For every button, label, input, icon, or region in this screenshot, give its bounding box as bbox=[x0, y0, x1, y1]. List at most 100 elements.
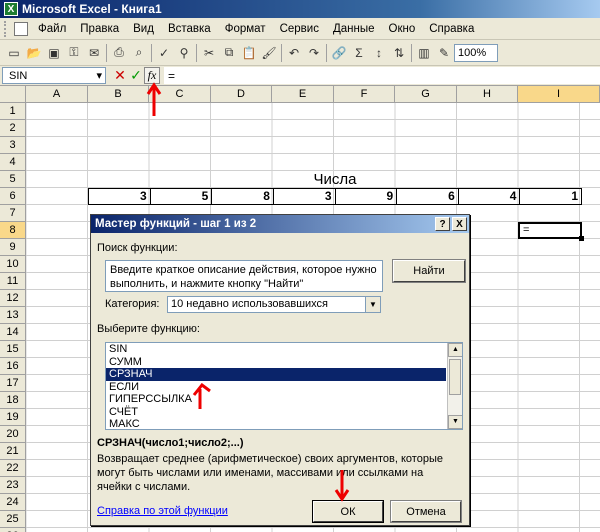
column-header-h[interactable]: H bbox=[457, 86, 518, 103]
number-cell[interactable]: 6 bbox=[397, 189, 459, 204]
format-painter-icon[interactable]: 🖌 bbox=[259, 43, 279, 63]
chevron-down-icon[interactable]: ▼ bbox=[365, 297, 380, 312]
row-header-24[interactable]: 24 bbox=[0, 494, 26, 511]
drawing-icon[interactable]: ✎ bbox=[434, 43, 454, 63]
number-cell[interactable]: 8 bbox=[212, 189, 274, 204]
row-header-13[interactable]: 13 bbox=[0, 307, 26, 324]
row-header-1[interactable]: 1 bbox=[0, 103, 26, 120]
function-help-link[interactable]: Справка по этой функции bbox=[97, 505, 228, 517]
row-header-15[interactable]: 15 bbox=[0, 341, 26, 358]
column-header-f[interactable]: F bbox=[334, 86, 395, 103]
column-header-e[interactable]: E bbox=[272, 86, 334, 103]
row-header-16[interactable]: 16 bbox=[0, 358, 26, 375]
dialog-title-bar[interactable]: Мастер функций - шаг 1 из 2 ? X bbox=[91, 215, 469, 233]
paste-icon[interactable]: 📋 bbox=[239, 43, 259, 63]
column-header-i[interactable]: I bbox=[518, 86, 600, 103]
dialog-help-button[interactable]: ? bbox=[435, 217, 450, 231]
number-cell[interactable]: 3 bbox=[274, 189, 336, 204]
print-icon[interactable]: ⎙ bbox=[109, 43, 129, 63]
function-item-selected[interactable]: СРЗНАЧ bbox=[106, 368, 446, 381]
row-header-17[interactable]: 17 bbox=[0, 375, 26, 392]
row-header-12[interactable]: 12 bbox=[0, 290, 26, 307]
spelling-icon[interactable]: ✓ bbox=[154, 43, 174, 63]
sort-desc-icon[interactable]: ⇅ bbox=[389, 43, 409, 63]
open-icon[interactable]: 📂 bbox=[24, 43, 44, 63]
column-header-g[interactable]: G bbox=[395, 86, 457, 103]
fill-handle[interactable] bbox=[579, 236, 584, 241]
row-header-26[interactable]: 26 bbox=[0, 528, 26, 532]
document-icon[interactable] bbox=[14, 21, 28, 36]
menu-insert[interactable]: Вставка bbox=[161, 23, 218, 35]
row-header-10[interactable]: 10 bbox=[0, 256, 26, 273]
number-cell[interactable]: 9 bbox=[336, 189, 398, 204]
row-header-8[interactable]: 8 bbox=[0, 222, 26, 239]
function-item[interactable]: СЧЁТ bbox=[106, 406, 446, 419]
zoom-select[interactable]: 100% bbox=[454, 43, 498, 62]
row-header-25[interactable]: 25 bbox=[0, 511, 26, 528]
row-header-2[interactable]: 2 bbox=[0, 120, 26, 137]
sheet-title-cell[interactable]: Числа bbox=[250, 171, 420, 188]
scroll-up-icon[interactable]: ▲ bbox=[448, 343, 462, 357]
row-header-9[interactable]: 9 bbox=[0, 239, 26, 256]
redo-icon[interactable]: ↷ bbox=[304, 43, 324, 63]
function-item[interactable]: ЕСЛИ bbox=[106, 381, 446, 394]
row-header-3[interactable]: 3 bbox=[0, 137, 26, 154]
save-icon[interactable]: ▣ bbox=[44, 43, 64, 63]
row-header-18[interactable]: 18 bbox=[0, 392, 26, 409]
print-preview-icon[interactable]: ⌕ bbox=[129, 43, 149, 63]
research-icon[interactable]: ⚲ bbox=[174, 43, 194, 63]
cancel-formula-icon[interactable]: ✕ bbox=[112, 67, 128, 84]
hyperlink-icon[interactable]: 🔗 bbox=[329, 43, 349, 63]
copy-icon[interactable]: ⧉ bbox=[219, 43, 239, 63]
row-header-20[interactable]: 20 bbox=[0, 426, 26, 443]
number-cell[interactable]: 3 bbox=[89, 189, 151, 204]
column-header-d[interactable]: D bbox=[211, 86, 272, 103]
row-header-6[interactable]: 6 bbox=[0, 188, 26, 205]
row-header-23[interactable]: 23 bbox=[0, 477, 26, 494]
dialog-close-button[interactable]: X bbox=[452, 217, 467, 231]
row-header-21[interactable]: 21 bbox=[0, 443, 26, 460]
menu-view[interactable]: Вид bbox=[126, 23, 161, 35]
chevron-down-icon[interactable]: ▾ bbox=[96, 69, 102, 82]
menu-window[interactable]: Окно bbox=[382, 23, 423, 35]
number-cell[interactable]: 1 bbox=[520, 189, 581, 204]
autosum-icon[interactable]: Σ bbox=[349, 43, 369, 63]
row-header-4[interactable]: 4 bbox=[0, 154, 26, 171]
menu-format[interactable]: Формат bbox=[218, 23, 273, 35]
ok-button[interactable]: ОК bbox=[312, 500, 384, 523]
column-header-b[interactable]: B bbox=[88, 86, 149, 103]
function-search-input[interactable]: Введите краткое описание действия, котор… bbox=[105, 260, 383, 292]
cancel-button[interactable]: Отмена bbox=[390, 500, 462, 523]
scroll-down-icon[interactable]: ▼ bbox=[448, 415, 462, 429]
sort-asc-icon[interactable]: ↕ bbox=[369, 43, 389, 63]
row-header-7[interactable]: 7 bbox=[0, 205, 26, 222]
formula-input[interactable]: = bbox=[164, 67, 600, 84]
function-item[interactable]: ГИПЕРССЫЛКА bbox=[106, 393, 446, 406]
menu-data[interactable]: Данные bbox=[326, 23, 382, 35]
function-item[interactable]: SIN bbox=[106, 343, 446, 356]
enter-formula-icon[interactable]: ✓ bbox=[128, 67, 144, 84]
select-all-corner[interactable] bbox=[0, 86, 26, 103]
new-icon[interactable]: ▭ bbox=[4, 43, 24, 63]
menu-edit[interactable]: Правка bbox=[73, 23, 126, 35]
chart-wizard-icon[interactable]: ▥ bbox=[414, 43, 434, 63]
scroll-thumb[interactable] bbox=[449, 359, 461, 395]
row-header-5[interactable]: 5 bbox=[0, 171, 26, 188]
number-cell[interactable]: 4 bbox=[459, 189, 521, 204]
function-item[interactable]: МАКС bbox=[106, 418, 446, 429]
category-select[interactable]: 10 недавно использовавшихся ▼ bbox=[167, 296, 381, 313]
undo-icon[interactable]: ↶ bbox=[284, 43, 304, 63]
function-list[interactable]: SIN СУММ СРЗНАЧ ЕСЛИ ГИПЕРССЫЛКА СЧЁТ МА… bbox=[105, 342, 463, 430]
row-header-22[interactable]: 22 bbox=[0, 460, 26, 477]
function-item[interactable]: СУММ bbox=[106, 356, 446, 369]
function-list-scrollbar[interactable]: ▲ ▼ bbox=[447, 343, 462, 429]
cut-icon[interactable]: ✂ bbox=[199, 43, 219, 63]
find-button[interactable]: Найти bbox=[392, 259, 466, 283]
row-header-11[interactable]: 11 bbox=[0, 273, 26, 290]
email-icon[interactable]: ✉ bbox=[84, 43, 104, 63]
menu-tools[interactable]: Сервис bbox=[273, 23, 326, 35]
number-cell[interactable]: 5 bbox=[151, 189, 213, 204]
row-header-14[interactable]: 14 bbox=[0, 324, 26, 341]
row-header-19[interactable]: 19 bbox=[0, 409, 26, 426]
name-box[interactable]: SIN ▾ bbox=[2, 67, 106, 84]
